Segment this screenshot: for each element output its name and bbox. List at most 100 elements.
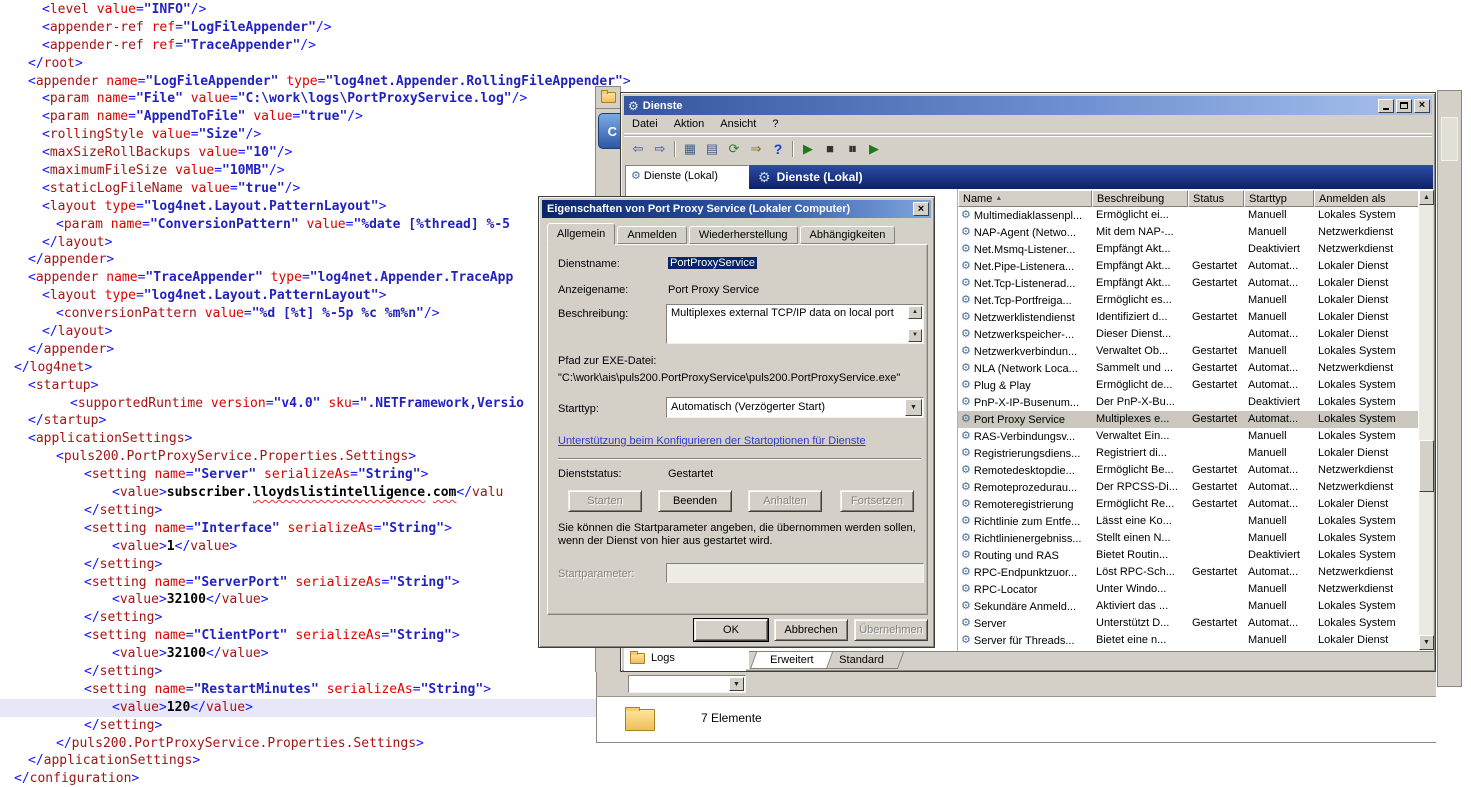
- tree-node-dienste-lokal[interactable]: ⚙ Dienste (Lokal): [626, 166, 748, 182]
- services-titlebar[interactable]: ⚙ Dienste ×: [624, 96, 1432, 115]
- chevron-down-icon[interactable]: ▼: [729, 677, 744, 691]
- service-row[interactable]: ⚙PnP-X-IP-Busenum...Der PnP-X-Bu...Deakt…: [958, 394, 1419, 411]
- service-row[interactable]: ⚙Port Proxy ServiceMultiplexes e...Gesta…: [958, 411, 1419, 428]
- column-header-status[interactable]: Status: [1188, 190, 1244, 207]
- tab-abh-ngigkeiten[interactable]: Abhängigkeiten: [800, 226, 896, 244]
- scrollbar-thumb[interactable]: [1419, 440, 1434, 492]
- dienstname-value[interactable]: PortProxyService: [668, 257, 757, 269]
- list-header: Name▲BeschreibungStatusStarttypAnmelden …: [958, 190, 1419, 207]
- ok-button[interactable]: OK: [694, 619, 768, 641]
- service-row[interactable]: ⚙Richtlinie zum Entfe...Lässt eine Ko...…: [958, 513, 1419, 530]
- service-row[interactable]: ⚙RemoteregistrierungErmöglicht Re...Gest…: [958, 496, 1419, 513]
- service-row[interactable]: ⚙NLA (Network Loca...Sammelt und ...Gest…: [958, 360, 1419, 377]
- service-row[interactable]: ⚙Server für Threads...Bietet eine n...Ma…: [958, 632, 1419, 649]
- help-icon[interactable]: ?: [767, 139, 789, 159]
- service-row[interactable]: ⚙Net.Msmq-Listener...Empfängt Akt...Deak…: [958, 241, 1419, 258]
- code-line[interactable]: <appender-ref ref="TraceAppender"/>: [0, 37, 1471, 55]
- export-icon[interactable]: ⇒: [745, 139, 767, 159]
- service-description: Unter Windo...: [1092, 581, 1188, 598]
- tab-allgemein[interactable]: Allgemein: [547, 223, 615, 245]
- explorer-folder-item[interactable]: Logs: [624, 645, 746, 671]
- scroll-down-icon[interactable]: ▼: [908, 329, 922, 342]
- folder-icon: [601, 92, 616, 103]
- service-row[interactable]: ⚙Remotedesktopdie...Ermöglicht Be...Gest…: [958, 462, 1419, 479]
- refresh-icon[interactable]: ⟳: [723, 139, 745, 159]
- tab-wiederherstellung[interactable]: Wiederherstellung: [689, 226, 798, 244]
- column-header-beschreibung[interactable]: Beschreibung: [1092, 190, 1188, 207]
- service-gear-icon: ⚙: [961, 329, 971, 340]
- view-tab-erweitert[interactable]: Erweitert: [750, 652, 834, 669]
- close-button[interactable]: ×: [913, 202, 929, 216]
- starttyp-select[interactable]: Automatisch (Verzögerter Start) ▼: [666, 397, 924, 418]
- service-row[interactable]: ⚙Net.Pipe-Listenera...Empfängt Akt...Ges…: [958, 258, 1419, 275]
- startoptions-help-link[interactable]: Unterstützung beim Konfigurieren der Sta…: [558, 435, 866, 447]
- explorer-combobox[interactable]: ▼: [628, 675, 746, 693]
- menu-item-datei[interactable]: Datei: [624, 116, 666, 132]
- start-service-icon[interactable]: ▶: [797, 139, 819, 159]
- beenden-button[interactable]: Beenden: [658, 490, 732, 512]
- service-row[interactable]: ⚙Richtlinienergebniss...Stellt einen N..…: [958, 530, 1419, 547]
- service-logon: Lokales System: [1314, 377, 1419, 394]
- service-status: Gestartet: [1188, 275, 1244, 292]
- scroll-up-icon[interactable]: ▲: [908, 306, 922, 319]
- service-status: [1188, 547, 1244, 564]
- menu-item-aktion[interactable]: Aktion: [666, 116, 713, 132]
- service-starttype: Automat...: [1244, 462, 1314, 479]
- export-list-icon[interactable]: ▤: [701, 139, 723, 159]
- minimize-button[interactable]: [1378, 99, 1394, 113]
- code-line[interactable]: <appender name="LogFileAppender" type="l…: [0, 73, 1471, 91]
- restart-service-icon[interactable]: ▶: [863, 139, 885, 159]
- service-row[interactable]: ⚙Registrierungsdiens...Registriert di...…: [958, 445, 1419, 462]
- service-row[interactable]: ⚙Netzwerkspeicher-...Dieser Dienst...Aut…: [958, 326, 1419, 343]
- code-line[interactable]: </applicationSettings>: [0, 752, 1471, 770]
- column-header-starttyp[interactable]: Starttyp: [1244, 190, 1314, 207]
- tab-anmelden[interactable]: Anmelden: [617, 226, 687, 244]
- code-line[interactable]: <value>120</value>: [0, 699, 613, 717]
- chevron-down-icon[interactable]: ▼: [905, 399, 922, 416]
- pause-service-icon[interactable]: ▮▮: [841, 139, 863, 159]
- column-header-name[interactable]: Name▲: [958, 190, 1092, 207]
- service-row[interactable]: ⚙Multimediaklassenpl...Ermöglicht ei...M…: [958, 207, 1419, 224]
- code-line[interactable]: <level value="INFO"/>: [0, 1, 1471, 19]
- maximize-button[interactable]: [1396, 99, 1412, 113]
- code-line[interactable]: <appender-ref ref="LogFileAppender"/>: [0, 19, 1471, 37]
- service-logon: Lokales System: [1314, 394, 1419, 411]
- back-icon[interactable]: ⇦: [627, 139, 649, 159]
- service-row[interactable]: ⚙ServerUnterstützt D...GestartetAutomat.…: [958, 615, 1419, 632]
- service-row[interactable]: ⚙Sekundäre Anmeld...Aktiviert das ...Man…: [958, 598, 1419, 615]
- forward-icon[interactable]: ⇨: [649, 139, 671, 159]
- service-row[interactable]: ⚙Netzwerkverbindun...Verwaltet Ob...Gest…: [958, 343, 1419, 360]
- service-row[interactable]: ⚙NAP-Agent (Netwo...Mit dem NAP-...Manue…: [958, 224, 1419, 241]
- service-description: Bietet Routin...: [1092, 547, 1188, 564]
- service-description: Registriert di...: [1092, 445, 1188, 462]
- explorer-back-button[interactable]: C: [598, 113, 621, 149]
- service-row[interactable]: ⚙Plug & PlayErmöglicht de...GestartetAut…: [958, 377, 1419, 394]
- service-row[interactable]: ⚙Routing und RASBietet Routin...Deaktivi…: [958, 547, 1419, 564]
- code-line[interactable]: </configuration>: [0, 770, 1471, 787]
- service-row[interactable]: ⚙Net.Tcp-Portfreiga...Ermöglicht es...Ma…: [958, 292, 1419, 309]
- service-row[interactable]: ⚙RAS-Verbindungsv...Verwaltet Ein...Manu…: [958, 428, 1419, 445]
- vertical-scrollbar[interactable]: ▲ ▼: [1418, 190, 1433, 650]
- service-description: Ermöglicht Be...: [1092, 462, 1188, 479]
- close-button[interactable]: ×: [1414, 99, 1430, 113]
- abbrechen-button[interactable]: Abbrechen: [774, 619, 848, 641]
- service-row[interactable]: ⚙RPC-Endpunktzuor...Löst RPC-Sch...Gesta…: [958, 564, 1419, 581]
- service-description: Löst RPC-Sch...: [1092, 564, 1188, 581]
- code-line[interactable]: </root>: [0, 55, 1471, 73]
- service-row[interactable]: ⚙NetzwerklistendienstIdentifiziert d...G…: [958, 309, 1419, 326]
- service-row[interactable]: ⚙Net.Tcp-Listenerad...Empfängt Akt...Ges…: [958, 275, 1419, 292]
- menu-item-help[interactable]: ?: [764, 116, 786, 132]
- service-row[interactable]: ⚙RPC-LocatorUnter Windo...ManuellNetzwer…: [958, 581, 1419, 598]
- stop-service-icon[interactable]: ■: [819, 139, 841, 159]
- menu-item-ansicht[interactable]: Ansicht: [712, 116, 764, 132]
- service-row[interactable]: ⚙Remoteprozedurau...Der RPCSS-Di...Gesta…: [958, 479, 1419, 496]
- column-header-anmelden-als[interactable]: Anmelden als: [1314, 190, 1419, 207]
- scroll-up-icon[interactable]: ▲: [1419, 190, 1434, 205]
- beschreibung-textbox[interactable]: Multiplexes external TCP/IP data on loca…: [666, 304, 924, 344]
- dialog-titlebar[interactable]: Eigenschaften von Port Proxy Service (Lo…: [542, 200, 931, 218]
- services-icon: ⚙: [628, 100, 639, 112]
- fortsetzen-button: Fortsetzen: [840, 490, 914, 512]
- show-console-tree-icon[interactable]: ▦: [679, 139, 701, 159]
- service-gear-icon: ⚙: [961, 533, 971, 544]
- scroll-down-icon[interactable]: ▼: [1419, 635, 1434, 650]
